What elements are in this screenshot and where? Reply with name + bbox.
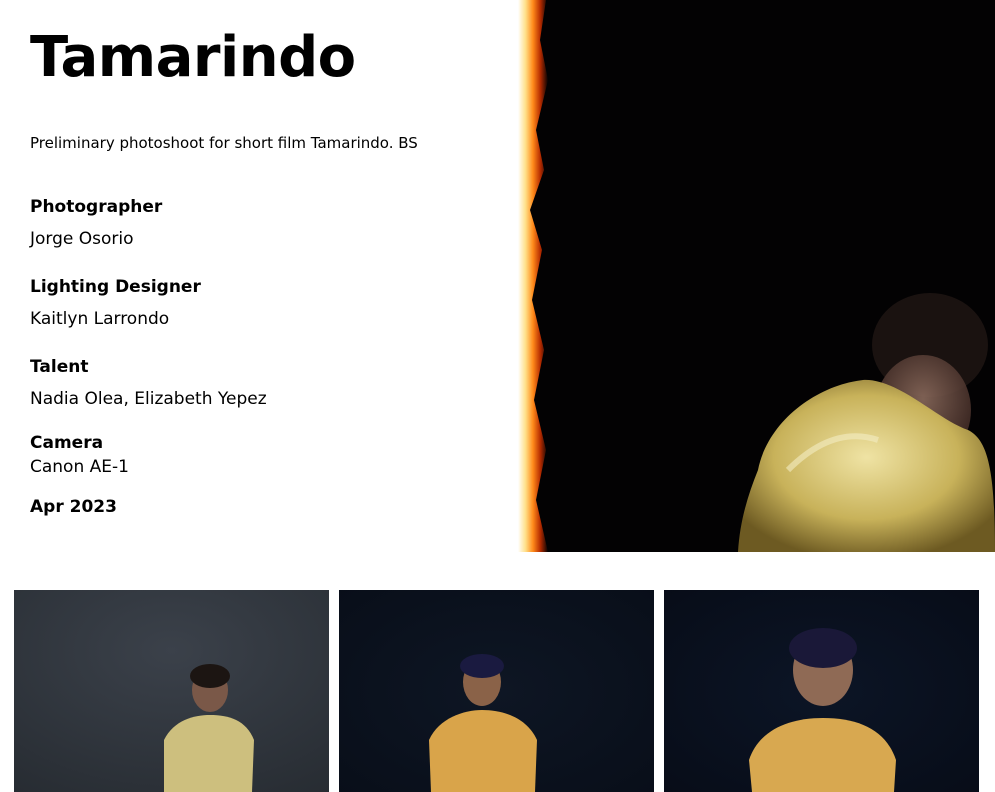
project-description: Preliminary photoshoot for short film Ta… (30, 134, 418, 152)
hero-photo (518, 0, 995, 552)
photographer-label: Photographer (30, 197, 163, 217)
talent-label: Talent (30, 357, 89, 377)
lighting-designer-value: Kaitlyn Larrondo (30, 309, 170, 329)
page-title: Tamarindo (30, 25, 356, 90)
camera-label: Camera (30, 433, 104, 453)
date-label: Apr 2023 (30, 497, 117, 517)
lighting-designer-label: Lighting Designer (30, 277, 201, 297)
talent-value: Nadia Olea, Elizabeth Yepez (30, 389, 267, 409)
gallery-thumbnail-1[interactable] (14, 590, 329, 792)
camera-value: Canon AE-1 (30, 457, 129, 477)
gallery-thumbnail-2[interactable] (339, 590, 654, 792)
photographer-value: Jorge Osorio (30, 229, 134, 249)
gallery-thumbnail-3[interactable] (664, 590, 979, 792)
